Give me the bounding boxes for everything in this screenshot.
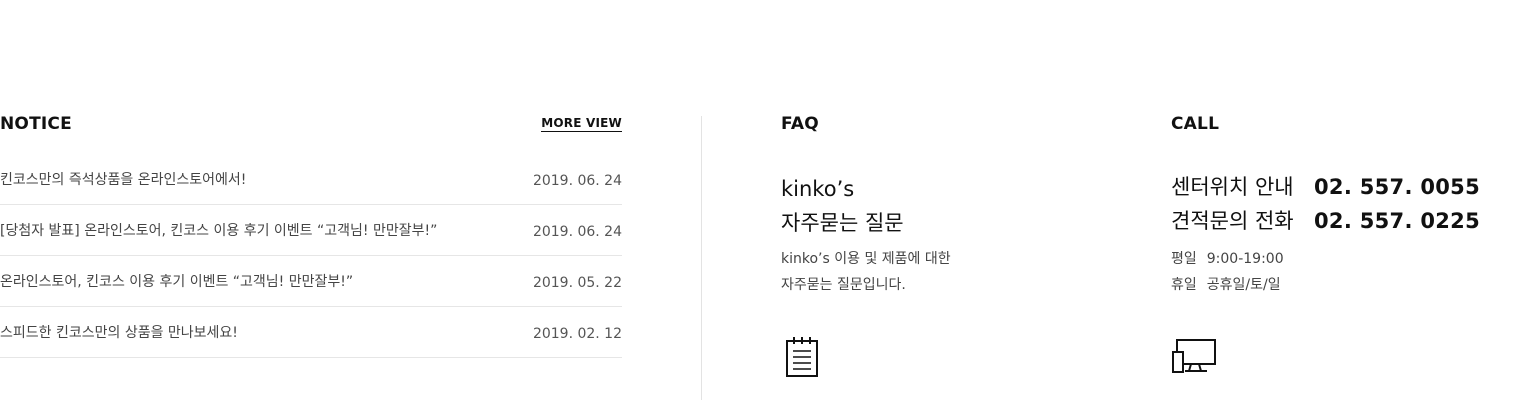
notice-item-date: 2019. 06. 24 bbox=[532, 224, 622, 240]
hours-key: 휴일 bbox=[1171, 277, 1197, 293]
faq-description-line2: 자주묻는 질문입니다. bbox=[781, 277, 906, 293]
phone-number[interactable]: 02. 557. 0225 bbox=[1314, 209, 1480, 233]
section-divider bbox=[701, 116, 702, 400]
notice-item[interactable]: 킨코스만의 즉석상품을 온라인스토어에서! 2019. 06. 24 bbox=[0, 164, 622, 205]
notepad-icon[interactable] bbox=[785, 336, 819, 382]
more-view-link[interactable]: MORE VIEW bbox=[541, 116, 622, 132]
computer-monitor-icon[interactable] bbox=[1171, 338, 1217, 378]
business-hours: 평일 9:00-19:00 휴일 공휴일/토/일 bbox=[1171, 246, 1284, 298]
call-row-label: 센터위치 안내 bbox=[1171, 175, 1294, 199]
notice-item-title: 킨코스만의 즉석상품을 온라인스토어에서! bbox=[0, 172, 247, 188]
faq-title: FAQ bbox=[781, 114, 819, 134]
notice-item-date: 2019. 06. 24 bbox=[532, 173, 622, 189]
notice-item[interactable]: [당첨자 발표] 온라인스토어, 킨코스 이용 후기 이벤트 “고객님! 만만잘… bbox=[0, 205, 622, 256]
hours-holiday: 휴일 공휴일/토/일 bbox=[1171, 272, 1284, 298]
notice-title: NOTICE bbox=[0, 114, 72, 134]
notice-item-title: [당첨자 발표] 온라인스토어, 킨코스 이용 후기 이벤트 “고객님! 만만잘… bbox=[0, 223, 438, 239]
notice-item[interactable]: 스피드한 킨코스만의 상품을 만나보세요! 2019. 02. 12 bbox=[0, 307, 622, 358]
phone-number[interactable]: 02. 557. 0055 bbox=[1314, 175, 1480, 199]
faq-heading: kinko’s 자주묻는 질문 bbox=[781, 172, 904, 240]
hours-value: 공휴일/토/일 bbox=[1206, 277, 1281, 293]
notice-item[interactable]: 온라인스토어, 킨코스 이용 후기 이벤트 “고객님! 만만잘부!” 2019.… bbox=[0, 256, 622, 307]
call-title: CALL bbox=[1171, 114, 1220, 134]
call-row-location: 센터위치 안내 02. 557. 0055 bbox=[1171, 171, 1480, 201]
notice-item-date: 2019. 02. 12 bbox=[532, 326, 622, 342]
hours-weekday: 평일 9:00-19:00 bbox=[1171, 246, 1284, 272]
faq-panel: FAQ kinko’s 자주묻는 질문 kinko’s 이용 및 제품에 대한 … bbox=[781, 114, 1111, 400]
faq-heading-line1: kinko’s bbox=[781, 177, 855, 201]
call-panel: CALL 센터위치 안내 02. 557. 0055 견적문의 전화 02. 557… bbox=[1171, 114, 1530, 400]
notice-item-date: 2019. 05. 22 bbox=[532, 275, 622, 291]
faq-heading-line2: 자주묻는 질문 bbox=[781, 211, 904, 235]
notice-item-title: 스피드한 킨코스만의 상품을 만나보세요! bbox=[0, 325, 238, 341]
faq-description-line1: kinko’s 이용 및 제품에 대한 bbox=[781, 251, 951, 267]
hours-key: 평일 bbox=[1171, 251, 1197, 267]
footer-info-section: NOTICE MORE VIEW 킨코스만의 즉석상품을 온라인스토어에서! 2… bbox=[0, 0, 1530, 400]
notice-item-title: 온라인스토어, 킨코스 이용 후기 이벤트 “고객님! 만만잘부!” bbox=[0, 274, 354, 290]
hours-value: 9:00-19:00 bbox=[1206, 251, 1284, 267]
faq-description: kinko’s 이용 및 제품에 대한 자주묻는 질문입니다. bbox=[781, 246, 951, 298]
call-row-quote: 견적문의 전화 02. 557. 0225 bbox=[1171, 205, 1480, 235]
call-row-label: 견적문의 전화 bbox=[1171, 209, 1294, 233]
notice-list: 킨코스만의 즉석상품을 온라인스토어에서! 2019. 06. 24 [당첨자 … bbox=[0, 164, 622, 358]
